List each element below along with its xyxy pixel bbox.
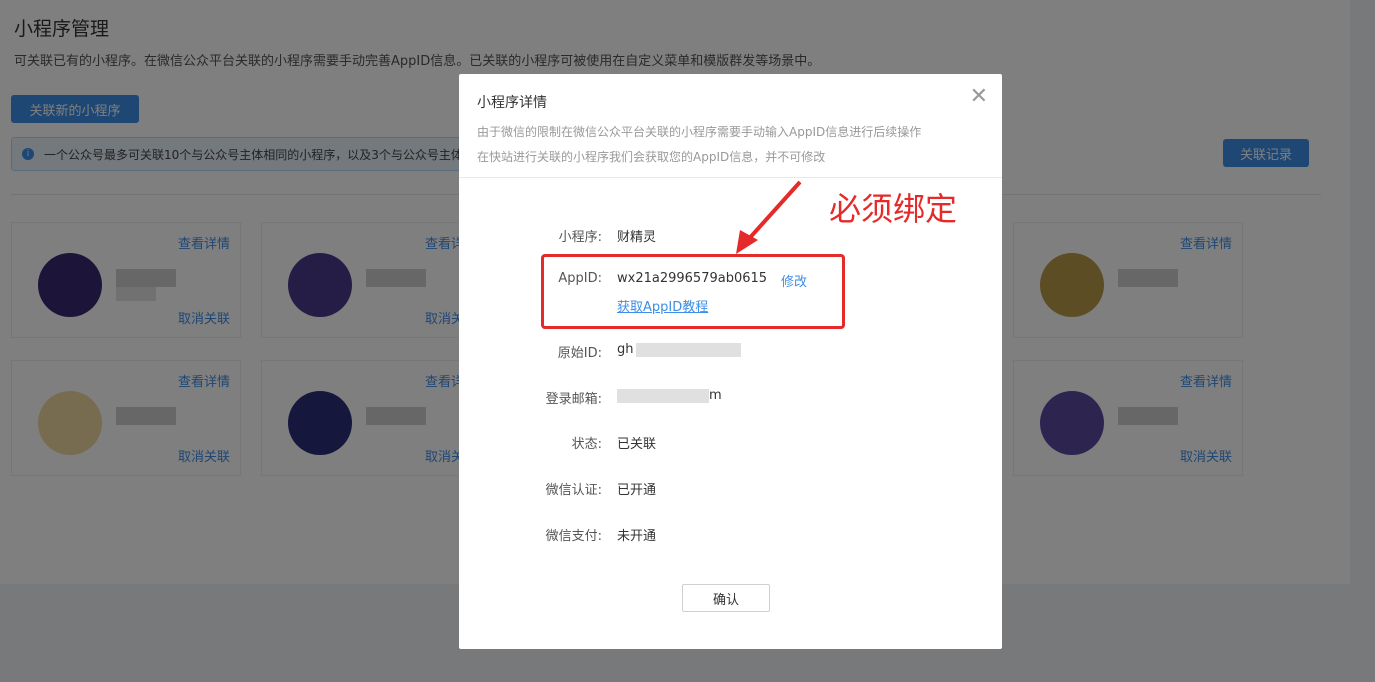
payment-row: 微信支付: 未开通 [459, 525, 1002, 545]
dialog-title: 小程序详情 [477, 95, 547, 111]
origin-id-row: 原始ID: gh [459, 342, 1002, 362]
email-label: 登录邮箱: [545, 392, 602, 407]
name-label: 小程序: [558, 230, 602, 245]
confirm-button[interactable]: 确认 [682, 584, 770, 612]
annotation-text: 必须绑定 [829, 190, 958, 228]
origin-id-value: gh [617, 342, 741, 357]
blurred-value [635, 342, 741, 357]
certification-row: 微信认证: 已开通 [459, 479, 1002, 499]
name-value: 财精灵 [617, 230, 657, 245]
close-icon[interactable]: ✕ [970, 86, 988, 108]
annotation-arrow-icon [736, 180, 802, 254]
blurred-value [617, 388, 709, 403]
status-label: 状态: [571, 437, 602, 452]
annotation-highlight-box [541, 254, 845, 329]
status-row: 状态: 已关联 [459, 433, 1002, 453]
miniprogram-detail-dialog: 小程序详情 ✕ 由于微信的限制在微信公众平台关联的小程序需要手动输入AppID信… [459, 74, 1002, 649]
certification-value: 已开通 [617, 483, 657, 498]
origin-id-label: 原始ID: [557, 346, 602, 361]
email-suffix: m [709, 388, 722, 403]
certification-label: 微信认证: [545, 483, 602, 498]
origin-id-prefix: gh [617, 342, 634, 357]
email-value: m [617, 388, 722, 403]
dialog-subtitle: 在快站进行关联的小程序我们会获取您的AppID信息，并不可修改 [477, 150, 826, 164]
dialog-subtitle: 由于微信的限制在微信公众平台关联的小程序需要手动输入AppID信息进行后续操作 [477, 125, 922, 139]
payment-value: 未开通 [617, 529, 657, 544]
email-row: 登录邮箱: m [459, 388, 1002, 408]
status-value: 已关联 [617, 437, 657, 452]
payment-label: 微信支付: [545, 529, 602, 544]
